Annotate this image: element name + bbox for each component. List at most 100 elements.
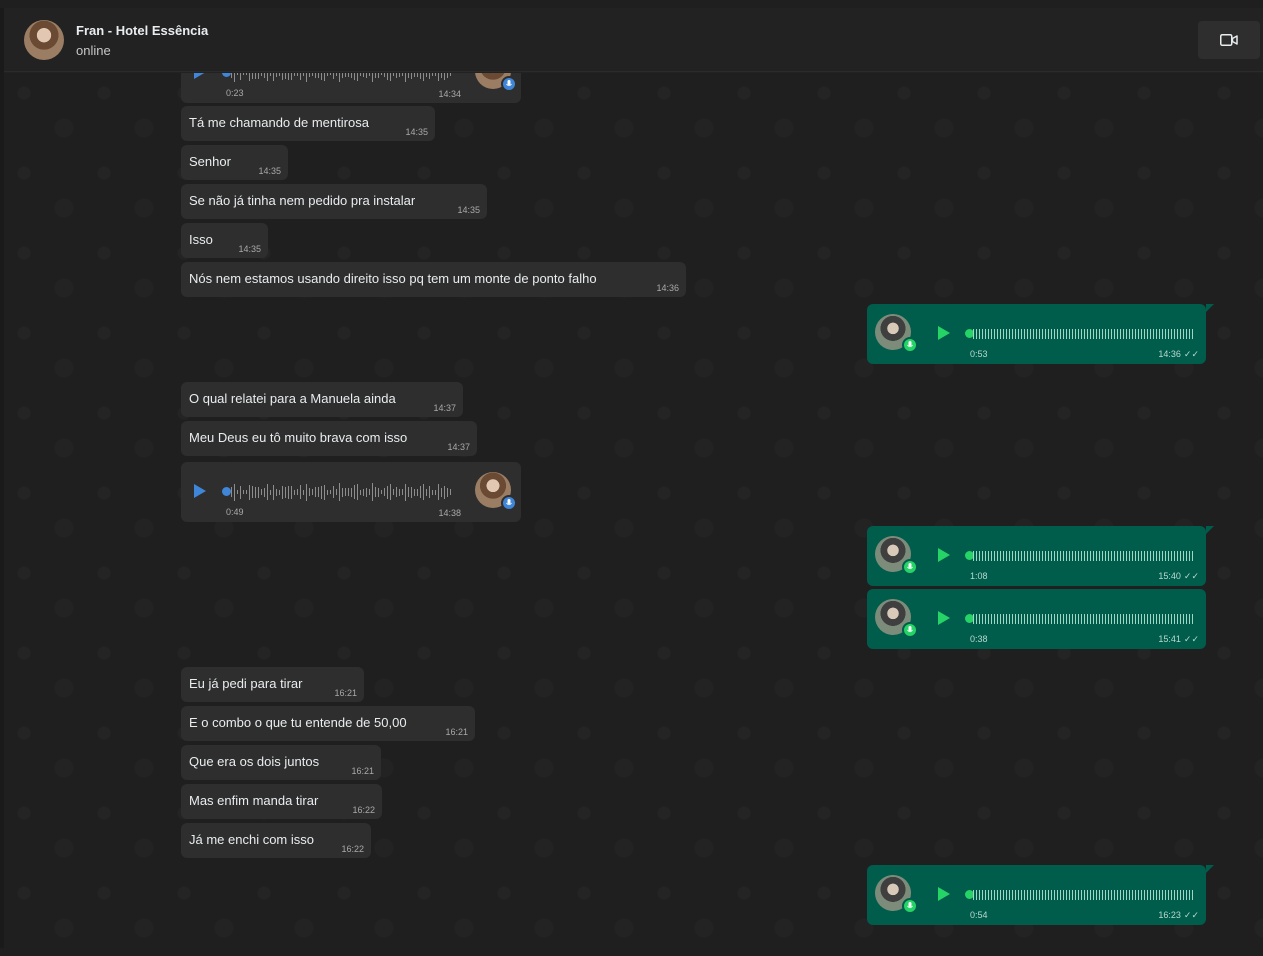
message-list[interactable]: 0:23 14:34 Tá me chamando de mentirosa 1… <box>4 73 1263 948</box>
waveform-bar <box>1123 329 1124 339</box>
waveform-bar <box>1150 551 1151 561</box>
microphone-icon <box>902 559 918 575</box>
play-icon[interactable] <box>194 73 206 79</box>
incoming-message[interactable]: Mas enfim manda tirar 16:22 <box>181 784 382 819</box>
waveform-bar <box>258 73 259 79</box>
waveform-bar <box>1108 551 1109 561</box>
waveform-bar <box>336 73 337 76</box>
incoming-message[interactable]: Nós nem estamos usando direito isso pq t… <box>181 262 686 297</box>
waveform-bar <box>1042 890 1043 900</box>
waveform-bar <box>390 484 391 500</box>
contact-name[interactable]: Fran - Hotel Essência <box>76 23 208 38</box>
waveform-bar <box>249 484 250 500</box>
incoming-message[interactable]: Isso 14:35 <box>181 223 268 258</box>
waveform-bar <box>973 614 974 624</box>
voice-waveform[interactable] <box>973 548 1193 564</box>
waveform-bar <box>1108 614 1109 624</box>
waveform-bar <box>1117 551 1118 561</box>
waveform-bar <box>399 488 400 496</box>
waveform-bar <box>1093 551 1094 561</box>
voice-waveform[interactable] <box>973 611 1193 627</box>
waveform-bar <box>375 487 376 497</box>
contact-avatar[interactable] <box>24 20 64 60</box>
voice-progress-dot[interactable] <box>222 487 231 496</box>
waveform-bar <box>1027 890 1028 900</box>
waveform-bar <box>303 73 304 76</box>
outgoing-voice-message[interactable]: 0:54 16:23 ✓✓ <box>867 865 1214 925</box>
waveform-bar <box>1003 551 1004 561</box>
waveform-bar <box>342 487 343 497</box>
voice-waveform[interactable] <box>973 887 1193 903</box>
waveform-bar <box>306 483 307 501</box>
incoming-voice-message[interactable]: 0:49 14:38 <box>181 462 521 522</box>
waveform-bar <box>1006 614 1007 624</box>
waveform-bar <box>1099 329 1100 339</box>
waveform-bar <box>363 73 364 77</box>
incoming-message[interactable]: Já me enchi com isso 16:22 <box>181 823 371 858</box>
waveform-bar <box>1168 614 1169 624</box>
video-call-button[interactable] <box>1198 21 1260 59</box>
waveform-bar <box>1129 890 1130 900</box>
voice-waveform[interactable] <box>973 326 1193 342</box>
message-text: Se não já tinha nem pedido pra instalar <box>189 193 416 208</box>
waveform-bar <box>438 73 439 81</box>
waveform-bar <box>240 485 241 499</box>
incoming-message[interactable]: E o combo o que tu entende de 50,00 16:2… <box>181 706 475 741</box>
waveform-bar <box>1063 551 1064 561</box>
play-icon[interactable] <box>938 887 950 901</box>
waveform-bar <box>1192 329 1193 339</box>
waveform-bar <box>1066 890 1067 900</box>
outgoing-voice-message[interactable]: 1:08 15:40 ✓✓ <box>867 526 1214 586</box>
waveform-bar <box>258 486 259 498</box>
waveform-bar <box>1033 551 1034 561</box>
waveform-bar <box>1048 890 1049 900</box>
waveform-bar <box>291 73 292 80</box>
waveform-bar <box>1060 614 1061 624</box>
play-icon[interactable] <box>194 484 206 498</box>
waveform-bar <box>1030 890 1031 900</box>
waveform-bar <box>1015 614 1016 624</box>
waveform-bar <box>1126 614 1127 624</box>
voice-waveform[interactable] <box>231 482 451 502</box>
voice-progress-dot[interactable] <box>222 73 231 77</box>
incoming-message[interactable]: Meu Deus eu tô muito brava com isso 14:3… <box>181 421 477 456</box>
waveform-bar <box>270 73 271 76</box>
waveform-bar <box>1117 890 1118 900</box>
incoming-message[interactable]: Eu já pedi para tirar 16:21 <box>181 667 364 702</box>
waveform-bar <box>1171 614 1172 624</box>
waveform-bar <box>1180 890 1181 900</box>
waveform-bar <box>1045 329 1046 339</box>
waveform-bar <box>1192 551 1193 561</box>
waveform-bar <box>979 890 980 900</box>
waveform-bar <box>1126 329 1127 339</box>
waveform-bar <box>1138 614 1139 624</box>
waveform-bar <box>1135 329 1136 339</box>
waveform-bar <box>411 486 412 498</box>
play-icon[interactable] <box>938 611 950 625</box>
waveform-bar <box>303 489 304 495</box>
waveform-bar <box>318 487 319 497</box>
incoming-voice-message[interactable]: 0:23 14:34 <box>181 73 521 103</box>
incoming-message[interactable]: Que era os dois juntos 16:21 <box>181 745 381 780</box>
waveform-bar <box>1081 329 1082 339</box>
play-icon[interactable] <box>938 548 950 562</box>
incoming-message[interactable]: Senhor 14:35 <box>181 145 288 180</box>
waveform-bar <box>1018 614 1019 624</box>
waveform-bar <box>1033 329 1034 339</box>
waveform-bar <box>1069 890 1070 900</box>
incoming-message[interactable]: Se não já tinha nem pedido pra instalar … <box>181 184 487 219</box>
outgoing-voice-message[interactable]: 0:53 14:36 ✓✓ <box>867 304 1214 364</box>
waveform-bar <box>372 483 373 501</box>
incoming-message[interactable]: O qual relatei para a Manuela ainda 14:3… <box>181 382 463 417</box>
voice-waveform[interactable] <box>231 73 451 83</box>
voice-duration: 0:53 <box>970 349 988 359</box>
waveform-bar <box>1000 890 1001 900</box>
waveform-bar <box>1141 551 1142 561</box>
waveform-bar <box>1111 614 1112 624</box>
outgoing-voice-message[interactable]: 0:38 15:41 ✓✓ <box>867 589 1206 649</box>
waveform-bar <box>315 73 316 78</box>
waveform-bar <box>1084 329 1085 339</box>
incoming-message[interactable]: Tá me chamando de mentirosa 14:35 <box>181 106 435 141</box>
play-icon[interactable] <box>938 326 950 340</box>
waveform-bar <box>1189 551 1190 561</box>
